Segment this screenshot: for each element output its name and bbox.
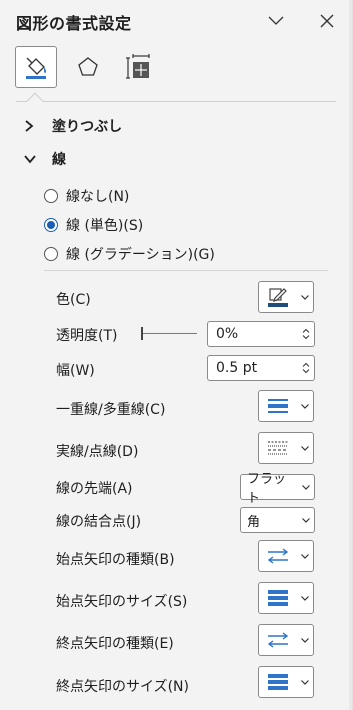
width-spinner[interactable]: 0.5 pt <box>207 355 315 381</box>
chevron-down-icon <box>297 294 313 300</box>
chevron-down-icon <box>297 637 313 643</box>
arrow-size-icon <box>259 667 297 697</box>
compound-lines-icon <box>259 391 297 421</box>
chevron-down-icon <box>297 403 313 409</box>
radio-gradient-line-label: 線 (グラデーション)(G) <box>66 247 215 263</box>
compound-type-label: 一重線/多重線(C) <box>56 402 166 418</box>
radio-solid-line-label: 線 (単色)(S) <box>66 218 144 234</box>
end-arrow-type-label: 終点矢印の種類(E) <box>56 636 174 652</box>
scrollbar[interactable] <box>349 0 352 710</box>
close-icon <box>320 14 334 28</box>
cap-type-value[interactable]: フラット <box>247 468 298 506</box>
begin-arrow-type-label: 始点矢印の種類(B) <box>56 552 175 568</box>
pen-color-icon <box>259 282 297 312</box>
chevron-down-icon <box>297 679 313 685</box>
pane-options-button[interactable] <box>263 8 289 34</box>
section-line-label: 線 <box>52 152 66 168</box>
section-fill-label: 塗りつぶし <box>52 119 123 135</box>
radio-solid-line[interactable]: 線 (単色)(S) <box>44 215 143 235</box>
transparency-value[interactable]: 0% <box>216 326 298 342</box>
chevron-down-icon <box>268 16 284 25</box>
dash-type-label: 実線/点線(D) <box>56 444 139 460</box>
dash-type-picker[interactable] <box>258 432 314 464</box>
chevron-down-icon <box>297 445 313 451</box>
join-type-select[interactable]: 角 <box>240 507 315 533</box>
width-label: 幅(W) <box>56 363 95 379</box>
radio-no-line-label: 線なし(N) <box>66 189 130 205</box>
arrow-type-icon <box>259 541 297 571</box>
color-picker-button[interactable] <box>258 281 314 313</box>
transparency-slider-thumb[interactable] <box>141 327 143 340</box>
format-shape-pane: 図形の書式設定 塗りつぶし 線 線なし(N) 線 (単色)(S) 線 (グラデー… <box>0 0 353 710</box>
chevron-down-icon <box>297 595 313 601</box>
join-type-value[interactable]: 角 <box>247 511 298 530</box>
spinner-arrows-icon[interactable] <box>298 362 314 374</box>
tab-divider <box>16 101 336 102</box>
end-arrow-size-label: 終点矢印のサイズ(N) <box>56 679 189 695</box>
color-label: 色(C) <box>56 292 91 308</box>
divider <box>44 270 328 271</box>
transparency-slider-track[interactable] <box>141 333 197 334</box>
arrow-size-icon <box>259 583 297 613</box>
chevron-right-icon <box>24 120 40 132</box>
compound-type-picker[interactable] <box>258 390 314 422</box>
dash-lines-icon <box>259 433 297 463</box>
size-properties-icon <box>126 54 150 79</box>
tab-fill-and-line[interactable] <box>15 46 57 88</box>
transparency-spinner[interactable]: 0% <box>207 321 315 347</box>
begin-arrow-size-label: 始点矢印のサイズ(S) <box>56 594 188 610</box>
cap-type-select[interactable]: フラット <box>240 472 315 506</box>
begin-arrow-type-picker[interactable] <box>258 540 314 572</box>
chevron-down-icon <box>297 553 313 559</box>
width-value[interactable]: 0.5 pt <box>216 360 298 376</box>
cap-type-label: 線の先端(A) <box>56 481 133 497</box>
chevron-down-icon <box>298 484 314 490</box>
chevron-down-icon <box>298 517 314 523</box>
tab-size-and-properties[interactable] <box>117 46 159 88</box>
active-tab-pointer <box>26 92 44 110</box>
radio-button[interactable] <box>44 247 58 261</box>
radio-button[interactable] <box>44 189 58 203</box>
pentagon-icon <box>78 57 98 76</box>
section-line[interactable]: 線 <box>24 149 66 169</box>
section-fill[interactable]: 塗りつぶし <box>24 116 122 136</box>
join-type-label: 線の結合点(J) <box>56 514 142 530</box>
arrow-type-icon <box>259 625 297 655</box>
pane-title: 図形の書式設定 <box>16 14 132 33</box>
end-arrow-size-picker[interactable] <box>258 666 314 698</box>
paint-bucket-icon <box>26 57 46 79</box>
transparency-label: 透明度(T) <box>56 328 118 344</box>
end-arrow-type-picker[interactable] <box>258 624 314 656</box>
radio-no-line[interactable]: 線なし(N) <box>44 186 129 206</box>
tab-effects[interactable] <box>67 46 109 88</box>
radio-gradient-line[interactable]: 線 (グラデーション)(G) <box>44 244 215 264</box>
chevron-down-icon <box>24 154 40 164</box>
radio-button-checked[interactable] <box>44 218 58 232</box>
close-button[interactable] <box>314 8 340 34</box>
spinner-arrows-icon[interactable] <box>298 328 314 340</box>
begin-arrow-size-picker[interactable] <box>258 582 314 614</box>
